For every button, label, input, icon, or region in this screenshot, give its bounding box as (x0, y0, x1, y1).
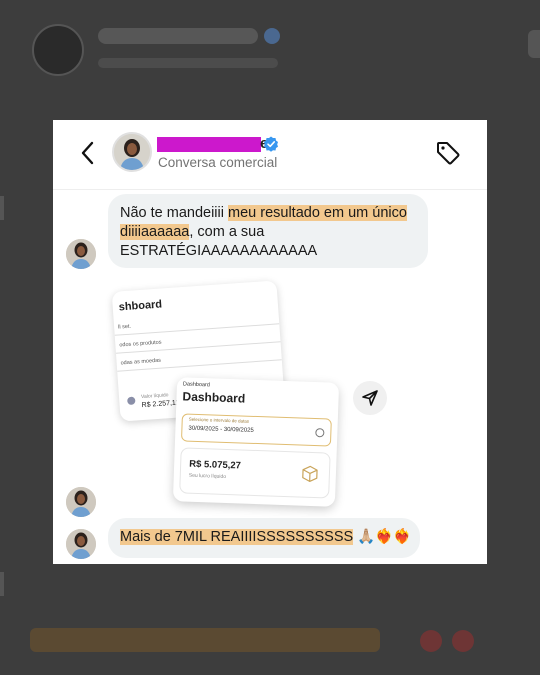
background-message (30, 628, 380, 652)
message-text: ESTRATÉGIAAAAAAAAAAAA (120, 243, 318, 259)
value-label: Valor líquido (140, 392, 169, 401)
message-highlight: Mais de 7MIL REAIIIISSSSSSSSSS (120, 529, 354, 545)
sender-avatar[interactable] (66, 529, 96, 559)
message-highlight: meu resultado em um único (228, 205, 407, 221)
coin-icon (127, 396, 136, 406)
background-subtitle (98, 58, 278, 68)
message-bubble[interactable]: Mais de 7MIL REAIIIISSSSSSSSSS 🙏🏼❤️‍🔥❤️‍… (108, 518, 420, 558)
message-text: , com a sua (189, 224, 265, 240)
value-amount: R$ 2.257,12 (141, 399, 180, 410)
background-name (98, 28, 258, 44)
send-icon (362, 390, 378, 406)
chevron-left-icon[interactable] (77, 140, 99, 166)
avatar[interactable] (112, 132, 152, 172)
background-edge (528, 30, 540, 58)
background-edge-left (0, 196, 4, 220)
sender-avatar[interactable] (66, 487, 96, 517)
date-range-select: Selecione o intervalo de datas 30/09/202… (180, 413, 332, 447)
message-highlight: diiiiaaaaaa (120, 224, 190, 240)
message-bubble[interactable]: Não te mandeiiii meu resultado em um úni… (108, 194, 428, 268)
chat-header: e Conversa comercial (53, 120, 487, 190)
profit-value: R$ 5.075,27 (188, 458, 242, 472)
verified-badge-icon (264, 136, 278, 152)
dashboard-kicker: Dashboard (182, 381, 210, 389)
date-range-label: Selecione o intervalo de datas (188, 416, 250, 424)
message-text: Não te mandeiiii (120, 205, 224, 221)
sender-avatar[interactable] (66, 239, 96, 269)
chevron-down-icon (315, 428, 325, 438)
conversation-type: Conversa comercial (158, 155, 278, 170)
message-emojis: 🙏🏼❤️‍🔥❤️‍🔥 (357, 529, 412, 545)
profit-card: R$ 5.075,27 Seu lucro líquido (179, 447, 331, 499)
dashboard-screenshot-front[interactable]: Dashboard Dashboard Selecione o interval… (172, 377, 340, 507)
dashboard-title: Dashboard (182, 389, 246, 406)
background-emoji (420, 630, 442, 652)
background-emoji (452, 630, 474, 652)
tag-icon[interactable] (435, 140, 461, 166)
profit-label: Seu lucro líquido (188, 472, 227, 480)
redacted-name (157, 137, 261, 152)
background-edge-left (0, 572, 4, 596)
background-avatar (32, 24, 84, 76)
chat-screenshot: e Conversa comercial Não te mandeiiii me… (53, 120, 487, 564)
background-verified-icon (264, 28, 280, 44)
dashboard-title: shboard (118, 298, 163, 314)
date-range-value: 30/09/2025 - 30/09/2025 (188, 425, 254, 434)
share-button[interactable] (353, 381, 387, 415)
box-icon (302, 465, 318, 482)
